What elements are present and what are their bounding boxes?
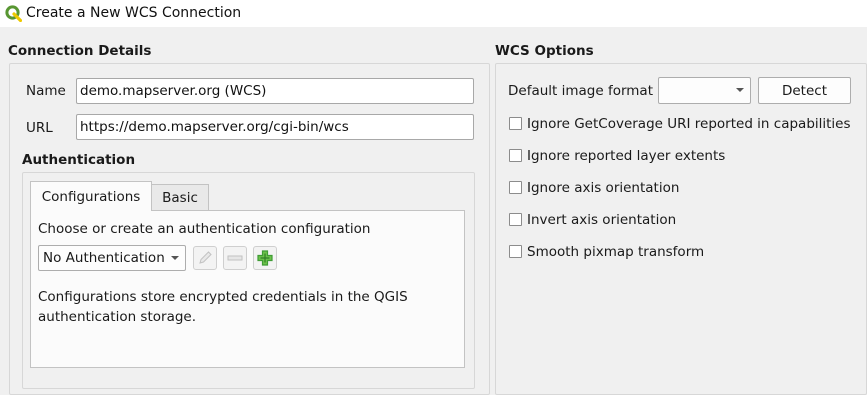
ignore-getcoverage-uri-label: Ignore GetCoverage URI reported in capab… [527, 116, 851, 132]
edit-config-button[interactable] [193, 246, 217, 270]
auth-config-select-value: No Authentication [43, 250, 165, 266]
smooth-pixmap-transform-label: Smooth pixmap transform [527, 244, 705, 260]
wcs-options-title: WCS Options [495, 43, 594, 59]
tab-configurations[interactable]: Configurations [30, 181, 152, 211]
authentication-title: Authentication [22, 152, 136, 168]
auth-config-select[interactable]: No Authentication [38, 245, 186, 271]
detect-button[interactable]: Detect [758, 77, 851, 104]
add-config-button[interactable] [253, 246, 277, 270]
image-format-label: Default image format [508, 83, 653, 99]
qgis-logo-icon [5, 5, 22, 22]
window-title: Create a New WCS Connection [26, 5, 242, 21]
chevron-down-icon [736, 88, 744, 92]
ignore-getcoverage-uri-checkbox[interactable] [509, 117, 522, 130]
connection-details-title: Connection Details [8, 43, 152, 59]
remove-config-button[interactable] [223, 246, 247, 270]
smooth-pixmap-transform-checkbox[interactable] [509, 245, 522, 258]
ignore-axis-orientation-label: Ignore axis orientation [527, 180, 680, 196]
remove-icon [227, 255, 243, 261]
tab-basic[interactable]: Basic [151, 184, 209, 211]
ignore-layer-extents-checkbox[interactable] [509, 149, 522, 162]
pencil-icon [199, 251, 212, 264]
auth-description: Configurations store encrypted credentia… [38, 289, 408, 325]
ignore-axis-orientation-checkbox[interactable] [509, 181, 522, 194]
chevron-down-icon [171, 256, 179, 260]
image-format-select[interactable] [658, 77, 751, 104]
invert-axis-orientation-label: Invert axis orientation [527, 212, 677, 228]
add-icon [257, 250, 273, 266]
invert-axis-orientation-checkbox[interactable] [509, 213, 522, 226]
name-label: Name [26, 83, 66, 99]
ignore-layer-extents-label: Ignore reported layer extents [527, 148, 726, 164]
url-label: URL [26, 120, 53, 136]
wcs-options-group [495, 63, 867, 395]
title-bar: Create a New WCS Connection [0, 0, 867, 27]
url-input[interactable]: https://demo.mapserver.org/cgi-bin/wcs [76, 114, 474, 140]
choose-config-label: Choose or create an authentication confi… [38, 221, 371, 237]
name-input[interactable]: demo.mapserver.org (WCS) [76, 78, 474, 104]
